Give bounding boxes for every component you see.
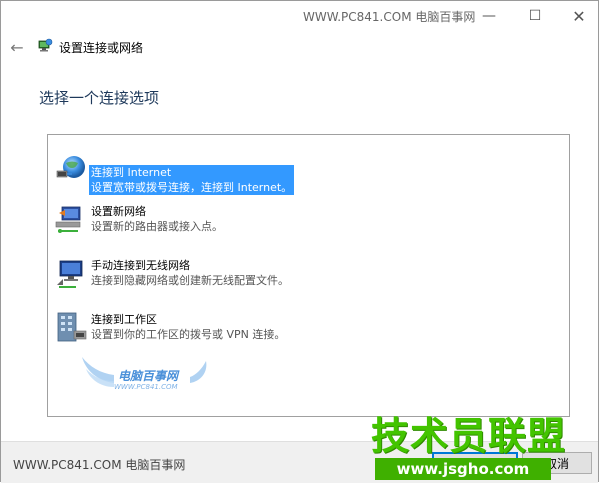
option-description: 设置到你的工作区的拨号或 VPN 连接。 <box>91 328 286 341</box>
close-button[interactable]: ✕ <box>557 1 600 31</box>
option-text: 手动连接到无线网络 连接到隐藏网络或创建新无线配置文件。 <box>89 258 291 288</box>
network-setup-icon <box>38 38 53 52</box>
option-title: 设置新网络 <box>91 205 146 218</box>
option-text: 设置新网络 设置新的路由器或接入点。 <box>89 204 225 234</box>
option-title: 手动连接到无线网络 <box>91 259 190 272</box>
header-title: 设置连接或网络 <box>59 41 144 55</box>
option-description: 连接到隐藏网络或创建新无线配置文件。 <box>91 274 289 287</box>
option-setup-new-network[interactable]: 设置新网络 设置新的路由器或接入点。 <box>54 203 554 243</box>
title-bar: WWW.PC841.COM 电脑百事网 — ☐ ✕ <box>1 1 598 31</box>
brand-url: www.jsgho.com <box>375 458 551 480</box>
globe-icon <box>56 156 85 178</box>
option-description: 设置宽带或拨号连接，连接到 Internet。 <box>91 181 293 194</box>
option-title: 连接到 Internet <box>91 166 172 179</box>
brand-name: 技术员联盟 <box>371 414 567 458</box>
page-title: 选择一个连接选项 <box>39 89 160 107</box>
watermark-url: WWW.PC841.COM <box>114 383 178 391</box>
brand-watermark: 技术员联盟 www.jsgho.com <box>371 414 565 482</box>
back-button[interactable]: ← <box>7 37 27 57</box>
option-connect-internet[interactable]: 连接到 Internet 设置宽带或拨号连接，连接到 Internet。 <box>54 151 554 195</box>
watermark-name: 电脑百事网 <box>118 369 179 383</box>
option-manual-wireless[interactable]: 手动连接到无线网络 连接到隐藏网络或创建新无线配置文件。 <box>54 257 554 297</box>
connection-options-list: 连接到 Internet 设置宽带或拨号连接，连接到 Internet。 设置新… <box>47 134 570 417</box>
dialog-window: WWW.PC841.COM 电脑百事网 — ☐ ✕ ← 设置连接或网络 选择一个… <box>0 0 599 483</box>
router-icon <box>55 206 81 233</box>
option-description: 设置新的路由器或接入点。 <box>91 220 223 233</box>
option-text: 连接到工作区 设置到你的工作区的拨号或 VPN 连接。 <box>89 312 287 342</box>
option-connect-workplace[interactable]: 连接到工作区 设置到你的工作区的拨号或 VPN 连接。 <box>54 311 554 351</box>
option-title: 连接到工作区 <box>91 313 157 326</box>
workplace-icon <box>57 312 87 342</box>
minimize-button[interactable]: — <box>467 1 511 31</box>
site-logo-watermark: 电脑百事网 WWW.PC841.COM <box>78 353 208 401</box>
maximize-button[interactable]: ☐ <box>513 1 557 31</box>
watermark-top: WWW.PC841.COM 电脑百事网 <box>303 10 476 24</box>
option-text: 连接到 Internet 设置宽带或拨号连接，连接到 Internet。 <box>89 165 295 195</box>
wireless-monitor-icon <box>57 260 83 288</box>
watermark-bottom: WWW.PC841.COM 电脑百事网 <box>13 458 186 472</box>
